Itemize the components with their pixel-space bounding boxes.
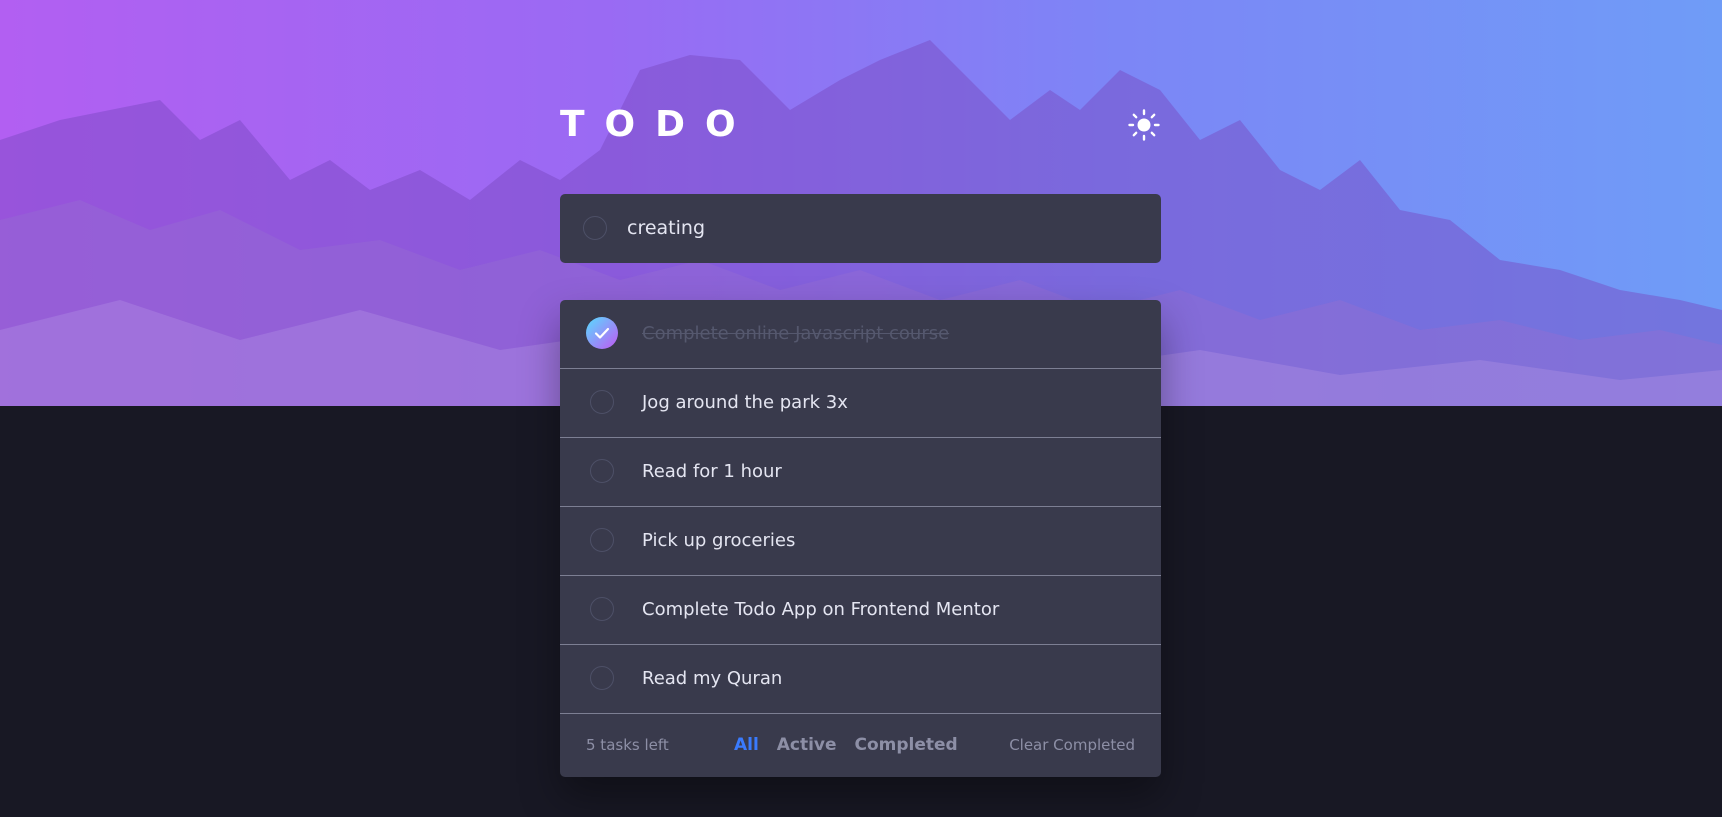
todo-item[interactable]: Complete online Javascript course [560,300,1161,369]
todo-item[interactable]: Jog around the park 3x [560,369,1161,438]
unchecked-circle-icon[interactable] [590,459,614,483]
todo-list: Complete online Javascript course Jog ar… [560,300,1161,777]
unchecked-circle-icon[interactable] [590,597,614,621]
app-title: TODO [560,104,756,145]
list-footer: 5 tasks left All Active Completed Clear … [560,714,1161,777]
todo-label: Read my Quran [642,668,783,689]
unchecked-circle-icon[interactable] [590,390,614,414]
todo-item[interactable]: Read for 1 hour [560,438,1161,507]
sun-icon[interactable] [1127,108,1161,142]
filter-active[interactable]: Active [777,735,837,755]
clear-completed-button[interactable]: Clear Completed [1009,714,1135,777]
todo-item[interactable]: Complete Todo App on Frontend Mentor [560,576,1161,645]
todo-label: Pick up groceries [642,530,796,551]
todo-label: Complete online Javascript course [642,323,950,344]
filter-group: All Active Completed [734,714,970,777]
todo-label: Complete Todo App on Frontend Mentor [642,599,1000,620]
todo-item[interactable]: Pick up groceries [560,507,1161,576]
todo-label: Jog around the park 3x [642,392,848,413]
todo-item[interactable]: Read my Quran [560,645,1161,714]
new-todo-circle-icon [583,216,607,240]
app-header: TODO [560,100,1161,150]
unchecked-circle-icon[interactable] [590,528,614,552]
new-todo-value[interactable]: creating [627,194,705,263]
items-left-count: 5 tasks left [586,736,669,754]
new-todo-input[interactable]: creating [560,194,1161,263]
filter-completed[interactable]: Completed [854,735,957,755]
checked-icon[interactable] [586,317,618,349]
filter-all[interactable]: All [734,735,759,755]
todo-label: Read for 1 hour [642,461,782,482]
unchecked-circle-icon[interactable] [590,666,614,690]
